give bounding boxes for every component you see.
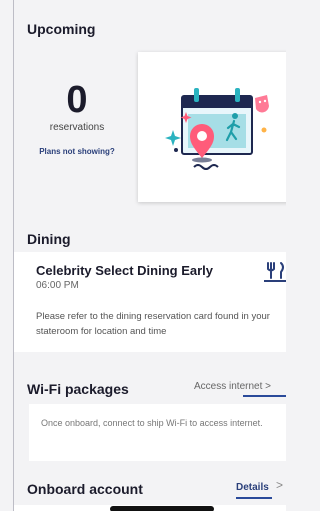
app-screen: Upcoming 0 reservations Plans not showin… bbox=[0, 0, 286, 511]
upcoming-section-title: Upcoming bbox=[27, 21, 96, 37]
access-internet-link[interactable]: Access internet > bbox=[194, 381, 271, 392]
dining-reservation-note: Please refer to the dining reservation c… bbox=[36, 311, 270, 337]
dining-reservation-card[interactable]: Celebrity Select Dining Early 06:00 PM P… bbox=[14, 252, 286, 352]
account-details-link[interactable]: Details bbox=[236, 482, 269, 493]
map-pin-icon bbox=[190, 124, 214, 163]
calendar-illustration bbox=[165, 88, 269, 170]
dot-decoration bbox=[261, 127, 267, 133]
dot-decoration bbox=[174, 148, 178, 152]
sparkle-icon bbox=[165, 130, 181, 146]
wifi-info-card: Once onboard, connect to ship Wi-Fi to a… bbox=[29, 404, 286, 461]
access-internet-label: Access internet bbox=[194, 381, 263, 392]
mask-icon bbox=[255, 95, 269, 113]
reservation-count: 0 bbox=[66, 79, 88, 121]
wifi-section-title: Wi-Fi packages bbox=[27, 381, 129, 397]
upcoming-illustration-card bbox=[138, 52, 286, 202]
reservations-summary: 0 reservations Plans not showing? bbox=[27, 80, 127, 157]
access-internet-underline bbox=[243, 395, 286, 397]
dining-reservation-time: 06:00 PM bbox=[36, 280, 79, 291]
chevron-right-icon: > bbox=[265, 381, 271, 392]
plans-not-showing-link[interactable]: Plans not showing? bbox=[27, 147, 127, 157]
reservation-count-label: reservations bbox=[49, 122, 105, 133]
fork-knife-icon bbox=[264, 262, 286, 282]
wifi-info-message: Once onboard, connect to ship Wi-Fi to a… bbox=[41, 418, 263, 428]
onboard-account-section-title: Onboard account bbox=[27, 481, 143, 497]
account-details-underline bbox=[236, 497, 272, 499]
wave-icon bbox=[193, 164, 219, 170]
dining-section-title: Dining bbox=[27, 231, 71, 247]
chevron-right-icon[interactable]: > bbox=[276, 478, 283, 492]
dining-reservation-name: Celebrity Select Dining Early bbox=[36, 263, 214, 278]
home-indicator[interactable] bbox=[110, 506, 214, 511]
